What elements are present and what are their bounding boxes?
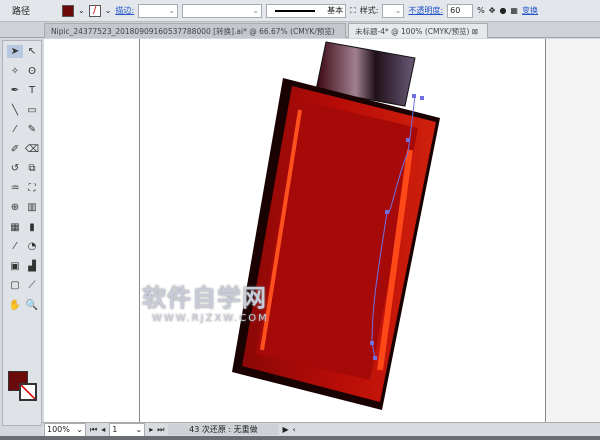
gradient-tool-icon[interactable]: ▮: [24, 221, 40, 234]
status-menu-icon[interactable]: ▶: [282, 425, 288, 434]
eraser-tool-icon[interactable]: ⌫: [24, 143, 40, 156]
symbol-sprayer-tool-icon[interactable]: ▣: [7, 260, 23, 273]
lasso-tool-icon[interactable]: ʘ: [24, 65, 40, 78]
next-page-icon[interactable]: ▸: [149, 425, 153, 434]
bottle-artwork[interactable]: [0, 0, 600, 440]
direct-selection-tool-icon[interactable]: ↖: [24, 45, 40, 58]
zoom-tool-icon[interactable]: 🔍: [24, 299, 40, 312]
tools-panel: ➤ ↖ ✧ ʘ ✒ T ╲ ▭ ⁄ ✎ ✐ ⌫ ↺ ⧉ ♒ ⛶ ⊕ ▥ ▦ ▮ ⁄ ◔ ▣ ▟ ▢ ⟋ ✋ 🔍: [2, 40, 42, 426]
zoom-dropdown[interactable]: 100% ⌄: [44, 422, 86, 437]
shape-builder-tool-icon[interactable]: ⊕: [7, 201, 23, 214]
first-page-icon[interactable]: ⏮: [90, 425, 97, 435]
page-value: 1: [112, 425, 118, 434]
last-page-icon[interactable]: ⏭: [157, 425, 164, 435]
perspective-tool-icon[interactable]: ▥: [24, 201, 40, 214]
blend-tool-icon[interactable]: ◔: [24, 240, 40, 253]
pen-tool-icon[interactable]: ✒: [7, 84, 23, 97]
hand-tool-icon[interactable]: ✋: [7, 299, 23, 312]
paintbrush-tool-icon[interactable]: ⁄: [7, 123, 23, 136]
column-graph-tool-icon[interactable]: ▟: [24, 260, 40, 273]
rotate-tool-icon[interactable]: ↺: [7, 162, 23, 175]
page-dropdown[interactable]: 1 ⌄: [109, 422, 146, 437]
line-tool-icon[interactable]: ╲: [7, 104, 23, 117]
scale-tool-icon[interactable]: ⧉: [24, 162, 40, 175]
stroke-color-swatch[interactable]: [19, 383, 37, 401]
watermark-url: WWW.RJZXW.COM: [152, 313, 269, 324]
mesh-tool-icon[interactable]: ▦: [7, 221, 23, 234]
zoom-value: 100%: [47, 425, 70, 434]
warp-tool-icon[interactable]: ♒: [7, 182, 23, 195]
status-bar: 100% ⌄ ⏮ ◂ 1 ⌄ ▸ ⏭ 43 次还原 : 无重做 ▶ ‹: [42, 422, 600, 437]
window-bottom-border: [0, 436, 600, 440]
watermark: 软件自学网 WWW.RJZXW.COM: [142, 278, 269, 324]
blob-brush-tool-icon[interactable]: ✐: [7, 143, 23, 156]
eyedropper-tool-icon[interactable]: ⁄: [7, 240, 23, 253]
type-tool-icon[interactable]: T: [24, 84, 40, 97]
free-transform-tool-icon[interactable]: ⛶: [24, 182, 40, 195]
slice-tool-icon[interactable]: ⟋: [24, 279, 40, 292]
selection-tool-icon[interactable]: ➤: [7, 45, 23, 58]
rectangle-tool-icon[interactable]: ▭: [24, 104, 40, 117]
pencil-tool-icon[interactable]: ✎: [24, 123, 40, 136]
magic-wand-tool-icon[interactable]: ✧: [7, 65, 23, 78]
artboard-tool-icon[interactable]: ▢: [7, 279, 23, 292]
status-message: 43 次还原 : 无重做: [168, 424, 279, 435]
prev-page-icon[interactable]: ◂: [101, 425, 105, 434]
watermark-title: 软件自学网: [142, 284, 267, 312]
scroll-left-icon[interactable]: ‹: [293, 425, 296, 434]
